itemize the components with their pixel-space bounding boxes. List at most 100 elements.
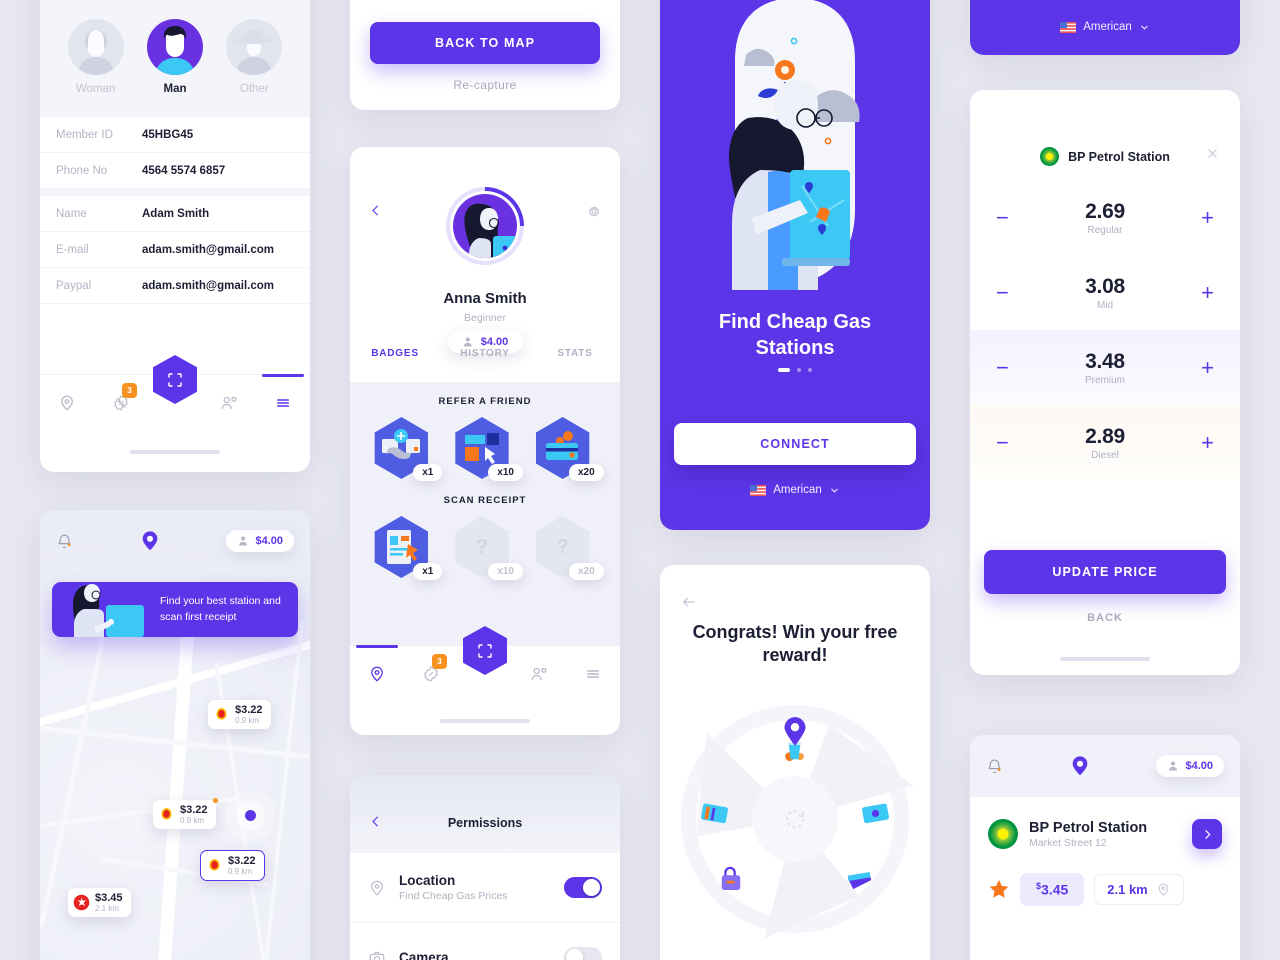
pin-price: $3.45 [95,892,123,904]
home-indicator [440,719,530,723]
money-chip[interactable]: $4.00 [1156,755,1224,777]
badge-count: x10 [488,464,523,481]
onboarding-screen: Find Cheap Gas Stations CONNECT American [660,0,930,530]
map-pin-shell-2[interactable]: $3.22 0.9 km [153,798,218,830]
map-pin-shell-3-selected[interactable]: $3.22 0.9 km [200,850,265,882]
map-pin-texaco[interactable]: $3.45 2.1 km [68,888,131,918]
pin-distance: 2.1 km [95,904,120,914]
station-distance[interactable]: 2.1 km [1094,873,1184,905]
language-selector[interactable]: American [1060,21,1150,33]
map-promo-banner[interactable]: Find your best station and scan first re… [52,582,298,637]
scan-button[interactable] [153,355,197,404]
onboarding-illustration [660,0,930,298]
badge-item-locked[interactable]: x10 [451,516,523,580]
language-selector[interactable]: American [660,484,930,496]
field-name[interactable]: Name Adam Smith [40,196,310,232]
nav-item-offers[interactable]: 3 [94,375,148,430]
shell-logo-icon [206,857,223,875]
field-phone-no[interactable]: Phone No 4564 5574 6857 [40,153,310,189]
nav-item-menu[interactable] [256,374,310,430]
refresh-icon [786,810,804,828]
nav-item-location[interactable] [40,375,94,430]
back-button[interactable] [680,593,698,616]
star-icon[interactable] [988,878,1010,900]
decrement-button[interactable]: − [996,356,1009,379]
money-chip[interactable]: $4.00 [226,530,294,552]
map-pin-shell-1[interactable]: $3.22 0.9 km [208,700,271,730]
decrement-button[interactable]: − [996,206,1009,229]
permission-row-location[interactable]: Location Find Cheap Gas Prices [350,853,620,923]
current-location-pin-icon[interactable] [1069,755,1091,777]
badge-count: x1 [413,563,443,580]
field-value: 45HBG45 [142,128,194,141]
camera-icon [369,951,385,960]
us-flag-icon [1060,21,1077,33]
bell-icon[interactable] [986,758,1003,775]
woman-avatar-icon [67,19,124,75]
chevron-down-icon [1141,25,1148,30]
wheel-spin-hub[interactable] [752,776,838,862]
badge-item[interactable]: x10 [451,417,523,481]
money-value: $4.00 [255,535,283,547]
location-toggle[interactable] [564,877,602,898]
increment-button[interactable]: + [1201,356,1214,379]
badge-item[interactable]: x1 [370,417,443,481]
nav-item-offers[interactable]: 3 [404,646,458,701]
person-add-icon [531,667,547,680]
pin-icon [371,880,383,896]
increment-button[interactable]: + [1201,431,1214,454]
badge-item-locked[interactable]: x20 [532,516,604,580]
avatar-progress-ring [446,187,524,265]
settings-button[interactable] [586,203,602,224]
current-location-pin-icon[interactable] [139,530,161,552]
update-price-button[interactable]: UPDATE PRICE [984,550,1226,594]
badge-item[interactable]: x1 [370,516,443,580]
field-paypal[interactable]: Paypal adam.smith@gmail.com [40,268,310,304]
avatar-option-other[interactable]: Other [220,19,288,95]
reward-wheel-screen: Congrats! Win your free reward! [660,565,930,960]
page-title: Permissions [447,816,523,830]
station-meta-row: $3.45 2.1 km [988,873,1222,906]
tab-stats[interactable]: STATS [530,348,620,382]
re-capture-link[interactable]: Re-capture [350,78,620,92]
back-link[interactable]: BACK [970,612,1240,624]
decrement-button[interactable]: − [996,281,1009,304]
station-price[interactable]: $3.45 [1020,873,1085,906]
tab-badges[interactable]: BADGES [350,348,440,382]
field-email[interactable]: E-mail adam.smith@gmail.com [40,232,310,268]
avatar-label: Man [163,83,187,95]
badge-item[interactable]: x20 [532,417,604,481]
avatar-option-woman[interactable]: Woman [62,19,130,95]
nav-item-menu[interactable] [566,646,620,701]
back-to-map-button[interactable]: BACK TO MAP [370,22,600,64]
increment-button[interactable]: + [1201,281,1214,304]
avatar[interactable] [453,194,517,258]
camera-toggle[interactable] [564,947,602,960]
pin-price: $3.22 [235,704,263,716]
bell-icon[interactable] [56,533,73,550]
close-button[interactable] [1205,146,1220,166]
nav-item-location[interactable] [350,645,404,701]
ticket-reward-icon [846,871,873,897]
pin-distance: 0.9 km [228,867,253,877]
decrement-button[interactable]: − [996,431,1009,454]
avatar-option-man[interactable]: Man [141,19,209,95]
increment-button[interactable]: + [1201,206,1214,229]
station-name: BP Petrol Station [1029,819,1148,836]
nav-item-scan-wrapper [148,355,202,430]
tab-history[interactable]: HISTORY [440,348,530,382]
nav-item-friends[interactable] [202,375,256,430]
permissions-header: Permissions [350,775,620,853]
back-button[interactable] [368,203,383,223]
permission-row-camera[interactable]: Camera [350,923,620,960]
station-details-button[interactable] [1192,819,1222,849]
person-icon [239,536,248,546]
station-top-bar: $4.00 [970,735,1240,797]
carousel-dots[interactable] [660,368,930,372]
field-member-id[interactable]: Member ID 45HBG45 [40,117,310,153]
profile-badges-screen: Anna Smith Beginner $4.00 BADGES HISTORY… [350,147,620,735]
user-location-dot [245,810,256,821]
connect-button[interactable]: CONNECT [674,423,916,465]
other-avatar-icon [226,19,283,75]
nav-item-friends[interactable] [512,646,566,701]
